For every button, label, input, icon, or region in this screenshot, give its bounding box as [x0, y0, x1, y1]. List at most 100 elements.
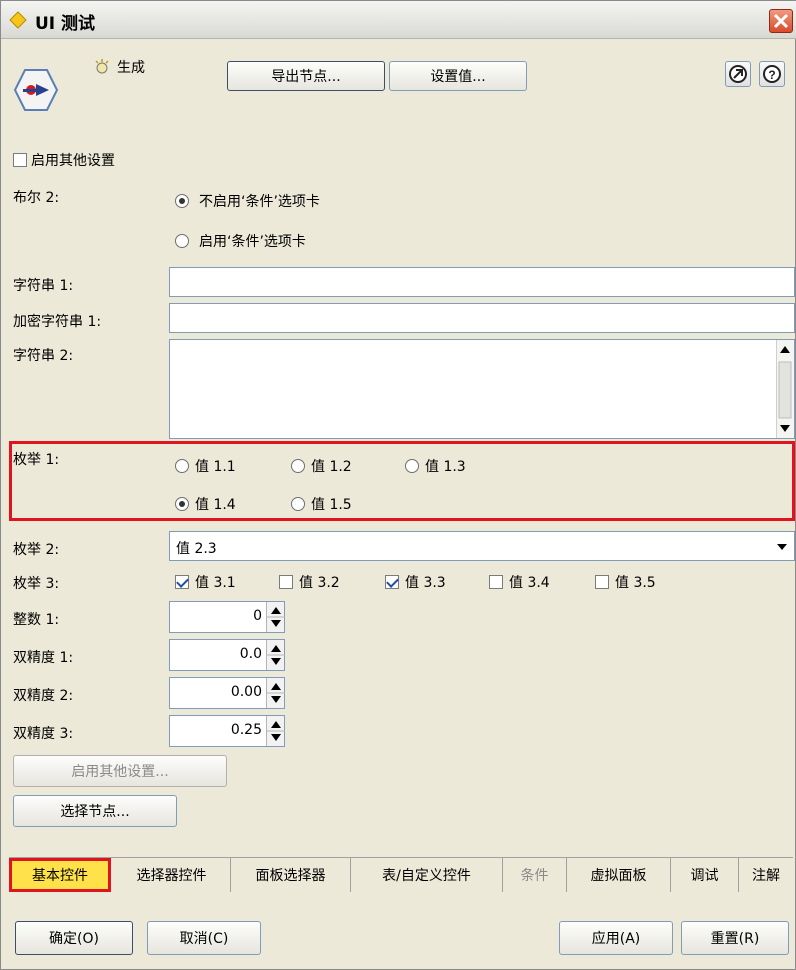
spin-arrows-icon: [267, 645, 285, 665]
enum1-option-4[interactable]: [175, 497, 189, 511]
int1-stepper[interactable]: 0: [169, 601, 285, 633]
double3-stepper[interactable]: 0.25: [169, 715, 285, 747]
tab-conditions[interactable]: 条件: [503, 858, 567, 892]
string1-label: 字符串 1:: [13, 278, 74, 294]
export-node-label: 导出节点...: [271, 69, 341, 85]
tab-label: 面板选择器: [255, 868, 326, 884]
window-title: UI 测试: [35, 14, 96, 34]
enum1-option-5[interactable]: [291, 497, 305, 511]
tab-label: 选择器控件: [136, 868, 207, 884]
enum3-label: 枚举 3:: [13, 576, 60, 592]
apply-button[interactable]: 应用(A): [559, 921, 673, 955]
dialog-window: UI 测试 生成 导出节点... 设置值... ? 启用其他设置 布尔 2: 不…: [0, 0, 796, 970]
bool2-option-enable-label: 启用‘条件’选项卡: [199, 234, 306, 250]
double1-label: 双精度 1:: [13, 650, 74, 666]
apply-label: 应用(A): [591, 931, 641, 947]
enum3-check-5[interactable]: [595, 575, 609, 589]
bool2-label: 布尔 2:: [13, 190, 60, 206]
tab-debug[interactable]: 调试: [671, 858, 739, 892]
enum2-value: 值 2.3: [176, 541, 217, 557]
enable-other-settings-button[interactable]: 启用其他设置...: [13, 755, 227, 787]
cancel-button[interactable]: 取消(C): [147, 921, 261, 955]
ok-label: 确定(O): [49, 931, 99, 947]
enum1-option-1-label: 值 1.1: [195, 459, 236, 475]
cancel-label: 取消(C): [179, 931, 229, 947]
enum1-option-3[interactable]: [405, 459, 419, 473]
tab-label: 虚拟面板: [590, 868, 647, 884]
set-value-button[interactable]: 设置值...: [389, 61, 527, 91]
string2-textarea[interactable]: [169, 339, 795, 439]
bool2-option-enable[interactable]: [175, 234, 189, 248]
launch-button[interactable]: [725, 61, 751, 87]
set-value-label: 设置值...: [430, 69, 486, 85]
help-icon: ?: [763, 65, 781, 83]
reset-button[interactable]: 重置(R): [681, 921, 789, 955]
enum1-option-1[interactable]: [175, 459, 189, 473]
string2-scrollbar[interactable]: [776, 340, 794, 438]
tab-panel-selector[interactable]: 面板选择器: [231, 858, 351, 892]
double1-stepper[interactable]: 0.0: [169, 639, 285, 671]
enum1-option-4-label: 值 1.4: [195, 497, 236, 513]
tab-annotations[interactable]: 注解: [739, 858, 793, 892]
int1-spin-buttons[interactable]: [266, 602, 285, 632]
double3-label: 双精度 3:: [13, 726, 74, 742]
tab-label: 调试: [690, 868, 719, 884]
enum2-label: 枚举 2:: [13, 542, 60, 558]
generate-button[interactable]: 生成: [93, 53, 145, 81]
enum3-check-2-label: 值 3.2: [299, 575, 340, 591]
sparkle-icon: [95, 59, 109, 74]
close-icon: [773, 13, 789, 29]
bool2-option-disable[interactable]: [175, 194, 189, 208]
double1-value: 0.0: [239, 646, 262, 662]
close-button[interactable]: [769, 9, 793, 33]
tab-selector-controls[interactable]: 选择器控件: [113, 858, 231, 892]
chevron-down-icon: [777, 544, 787, 550]
double3-spin-buttons[interactable]: [266, 716, 285, 746]
generate-label: 生成: [117, 60, 145, 76]
enum3-check-1[interactable]: [175, 575, 189, 589]
string1-field[interactable]: [169, 267, 795, 297]
spin-arrows-icon: [267, 607, 285, 627]
diamond-icon: [9, 11, 27, 29]
tab-label: 基本控件: [32, 868, 88, 884]
double3-value: 0.25: [230, 722, 262, 738]
tab-table-custom-controls[interactable]: 表/自定义控件: [351, 858, 503, 892]
double2-value: 0.00: [230, 684, 262, 700]
enum2-dropdown[interactable]: 值 2.3: [169, 531, 795, 561]
double1-spin-buttons[interactable]: [266, 640, 285, 670]
enum3-check-2[interactable]: [279, 575, 293, 589]
enum3-check-4[interactable]: [489, 575, 503, 589]
enum3-check-5-label: 值 3.5: [615, 575, 656, 591]
help-button[interactable]: ?: [759, 61, 785, 87]
double2-stepper[interactable]: 0.00: [169, 677, 285, 709]
enable-other-settings-label: 启用其他设置: [31, 153, 115, 169]
arrow-circle-icon: [729, 65, 747, 83]
int1-value: 0: [253, 608, 262, 624]
double2-label: 双精度 2:: [13, 688, 74, 704]
enum1-option-5-label: 值 1.5: [311, 497, 352, 513]
enable-other-settings-checkbox[interactable]: [13, 153, 27, 167]
enc-string1-field[interactable]: [169, 303, 795, 333]
scrollbar-arrows-icon: [778, 346, 792, 432]
node-icon: [13, 69, 59, 111]
export-node-button[interactable]: 导出节点...: [227, 61, 385, 91]
enum3-check-3[interactable]: [385, 575, 399, 589]
ok-button[interactable]: 确定(O): [15, 921, 133, 955]
enc-string1-label: 加密字符串 1:: [13, 314, 102, 330]
tab-virtual-panel[interactable]: 虚拟面板: [567, 858, 671, 892]
enum1-option-2-label: 值 1.2: [311, 459, 352, 475]
enum1-option-2[interactable]: [291, 459, 305, 473]
spin-arrows-icon: [267, 683, 285, 703]
double2-spin-buttons[interactable]: [266, 678, 285, 708]
string2-label: 字符串 2:: [13, 348, 74, 364]
enum3-check-1-label: 值 3.1: [195, 575, 236, 591]
title-bar: UI 测试: [1, 1, 796, 39]
spin-arrows-icon: [267, 721, 285, 741]
reset-label: 重置(R): [710, 931, 760, 947]
select-node-button[interactable]: 选择节点...: [13, 795, 177, 827]
tab-basic-controls[interactable]: 基本控件: [9, 858, 111, 892]
int1-label: 整数 1:: [13, 612, 60, 628]
tab-strip: 基本控件 选择器控件 面板选择器 表/自定义控件 条件 虚拟面板 调试 注解: [9, 857, 793, 892]
enum1-highlight: [9, 441, 795, 521]
enum1-label: 枚举 1:: [13, 452, 60, 468]
